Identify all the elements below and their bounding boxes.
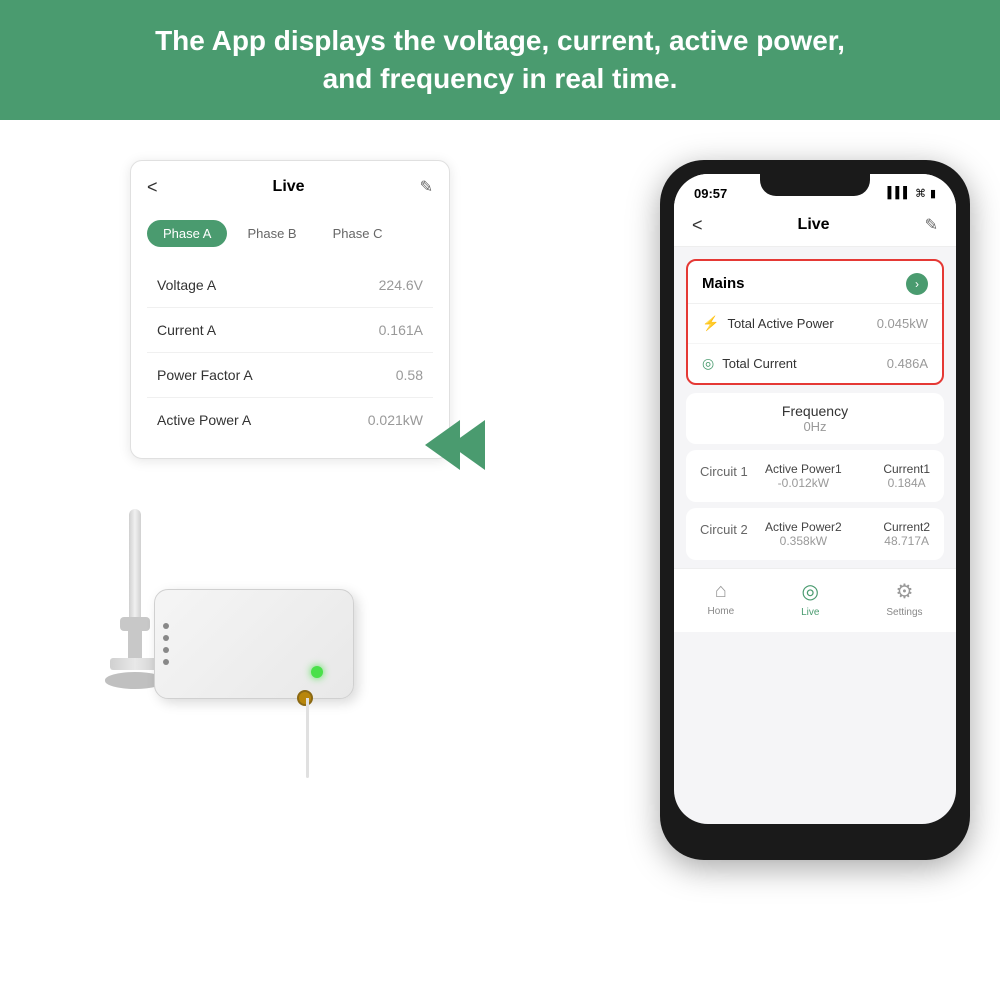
live-icon: ◎ (802, 579, 819, 604)
circuit-2-power-value: 0.358kW (765, 534, 842, 548)
phone-screen: 09:57 ▌▌▌ ⌘ ▮ < Live ✎ Mains › (674, 174, 956, 824)
antenna-base-narrow (128, 631, 142, 658)
total-active-power-label: Total Active Power (727, 316, 833, 331)
circuit-2-power-col: Active Power2 0.358kW (765, 520, 842, 548)
signal-icon: ▌▌▌ (888, 187, 911, 199)
bottom-navigation: ⌂ Home ◎ Live ⚙ Settings (674, 568, 956, 632)
live-nav-label: Live (801, 607, 819, 618)
voltage-row: Voltage A 224.6V (147, 263, 433, 308)
app-title: Live (798, 216, 830, 234)
small-phone-edit-icon[interactable]: ✎ (420, 177, 433, 197)
mains-label: Mains (702, 275, 745, 292)
phase-b-tab[interactable]: Phase B (231, 220, 312, 247)
small-phone-mockup: < Live ✎ Phase A Phase B Phase C Voltage… (130, 160, 450, 459)
circuit-2-power-label: Active Power2 (765, 520, 842, 534)
port-4 (163, 659, 169, 665)
circuit-1-current-value: 0.184A (883, 476, 930, 490)
device-container (126, 509, 354, 719)
app-edit-icon[interactable]: ✎ (925, 215, 938, 235)
antenna-body (129, 509, 141, 617)
frequency-section: Frequency 0Hz (686, 393, 944, 444)
total-active-power-row: ⚡ Total Active Power 0.045kW (688, 304, 942, 344)
nav-live[interactable]: ◎ Live (801, 579, 819, 618)
circuit-1-power-label: Active Power1 (765, 462, 842, 476)
current-icon: ◎ (702, 355, 714, 372)
circuit-2-label: Circuit 2 (700, 522, 755, 537)
circuit-2-section: Circuit 2 Active Power2 0.358kW Current2… (686, 508, 944, 560)
port-2 (163, 635, 169, 641)
app-header: < Live ✎ (674, 207, 956, 247)
small-phone-header: < Live ✎ (147, 177, 433, 206)
device-connector (297, 690, 313, 706)
mains-arrow-button[interactable]: › (906, 273, 928, 295)
frequency-label: Frequency (696, 403, 934, 419)
port-1 (163, 623, 169, 629)
antenna-foot (110, 658, 160, 671)
lightning-icon: ⚡ (702, 315, 719, 332)
current-row: Current A 0.161A (147, 308, 433, 353)
antenna (126, 509, 144, 689)
phase-c-tab[interactable]: Phase C (317, 220, 399, 247)
circuit-2-current-label: Current2 (883, 520, 930, 534)
hardware-device (154, 589, 354, 699)
small-phone-back-button[interactable]: < (147, 177, 158, 198)
active-power-value: 0.021kW (368, 412, 423, 428)
antenna-base-wide (120, 617, 150, 631)
nav-home[interactable]: ⌂ Home (707, 580, 734, 617)
device-cable (306, 698, 309, 778)
circuit-2-current-value: 48.717A (883, 534, 930, 548)
circuit-1-data: Active Power1 -0.012kW Current1 0.184A (765, 462, 930, 490)
home-icon: ⌂ (715, 580, 727, 603)
phone-notch (760, 174, 870, 196)
header-title: The App displays the voltage, current, a… (40, 22, 960, 98)
settings-nav-label: Settings (886, 607, 922, 618)
voltage-label: Voltage A (157, 277, 216, 293)
total-current-label: Total Current (722, 356, 796, 371)
phase-a-tab[interactable]: Phase A (147, 220, 227, 247)
active-power-label: Active Power A (157, 412, 251, 428)
port-3 (163, 647, 169, 653)
mains-header: Mains › (688, 261, 942, 304)
voltage-value: 224.6V (379, 277, 423, 293)
circuit-1-power-value: -0.012kW (765, 476, 842, 490)
total-active-power-value: 0.045kW (877, 316, 928, 331)
battery-icon: ▮ (930, 187, 936, 200)
circuit-1-current-label: Current1 (883, 462, 930, 476)
app-back-button[interactable]: < (692, 215, 703, 236)
circuit-2-data: Active Power2 0.358kW Current2 48.717A (765, 520, 930, 548)
circuit-2-current-col: Current2 48.717A (883, 520, 930, 548)
status-time: 09:57 (694, 186, 727, 201)
header-banner: The App displays the voltage, current, a… (0, 0, 1000, 120)
total-current-value: 0.486A (887, 356, 928, 371)
power-factor-row: Power Factor A 0.58 (147, 353, 433, 398)
total-active-power-left: ⚡ Total Active Power (702, 315, 834, 332)
circuit-1-power-col: Active Power1 -0.012kW (765, 462, 842, 490)
device-led (311, 666, 323, 678)
circuit-1-section: Circuit 1 Active Power1 -0.012kW Current… (686, 450, 944, 502)
total-current-left: ◎ Total Current (702, 355, 797, 372)
settings-icon: ⚙ (895, 579, 913, 604)
current-label: Current A (157, 322, 216, 338)
power-factor-label: Power Factor A (157, 367, 253, 383)
phase-tabs: Phase A Phase B Phase C (147, 220, 433, 247)
main-content: < Live ✎ Phase A Phase B Phase C Voltage… (0, 120, 1000, 990)
right-phone-mockup: 09:57 ▌▌▌ ⌘ ▮ < Live ✎ Mains › (660, 160, 970, 860)
small-phone-title: Live (273, 178, 305, 196)
circuit-1-label: Circuit 1 (700, 464, 755, 479)
left-section: < Live ✎ Phase A Phase B Phase C Voltage… (30, 160, 470, 719)
total-current-row: ◎ Total Current 0.486A (688, 344, 942, 383)
active-power-row: Active Power A 0.021kW (147, 398, 433, 442)
wifi-icon: ⌘ (915, 187, 926, 200)
current-value: 0.161A (379, 322, 423, 338)
frequency-value: 0Hz (696, 419, 934, 434)
direction-arrow (420, 410, 490, 485)
status-icons: ▌▌▌ ⌘ ▮ (888, 187, 936, 200)
power-factor-value: 0.58 (396, 367, 423, 383)
mains-section: Mains › ⚡ Total Active Power 0.045kW ◎ T… (686, 259, 944, 385)
home-nav-label: Home (707, 606, 734, 617)
circuit-1-current-col: Current1 0.184A (883, 462, 930, 490)
device-ports (163, 623, 169, 665)
nav-settings[interactable]: ⚙ Settings (886, 579, 922, 618)
